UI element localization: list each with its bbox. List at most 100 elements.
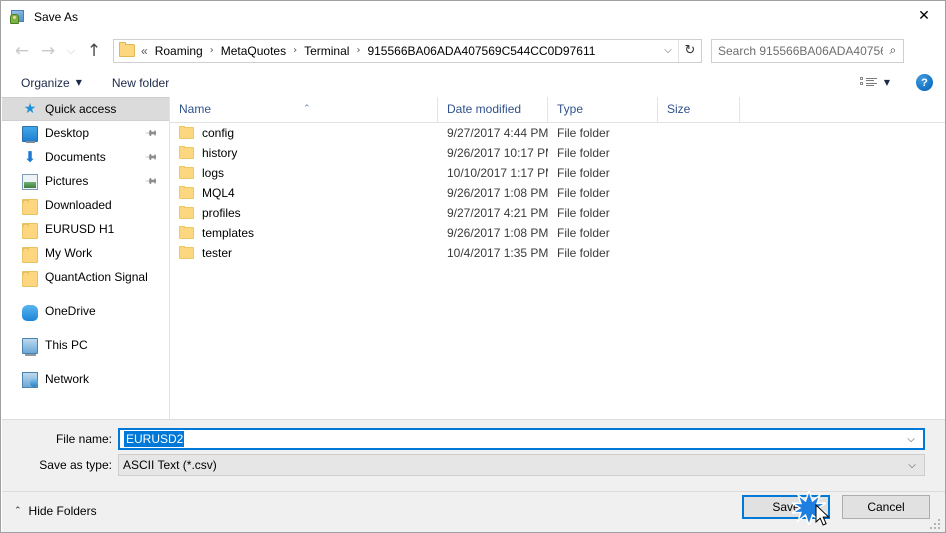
window-title: Save As [34,10,79,24]
file-type-cell: File folder [557,246,610,260]
file-date-cell: 9/27/2017 4:21 PM [447,206,548,220]
file-date-cell: 10/4/2017 1:35 PM [447,246,548,260]
sidebar-item-label: Downloaded [45,198,112,212]
search-input[interactable]: Search 915566BA06ADA40756... [718,44,883,58]
save-button[interactable]: Save [742,495,830,519]
chevron-right-icon[interactable]: › [354,45,362,56]
sidebar-item-this-pc[interactable]: This PC [2,333,169,357]
column-header-size[interactable]: Size [658,97,740,122]
file-type-cell: File folder [557,146,610,160]
chevron-down-icon[interactable]: ⌵ [903,434,919,445]
column-header-type[interactable]: Type [548,97,658,122]
chevron-up-icon: ⌃ [14,506,22,516]
sidebar-item-eurusd-h1[interactable]: EURUSD H1 [2,217,169,241]
file-name-row: File name: EURUSD2 ⌵ [2,428,925,450]
desktop-icon [22,126,38,143]
folder-icon [22,198,38,215]
recent-locations-icon[interactable]: ⌵ [61,38,81,64]
column-header-date-modified[interactable]: Date modified [438,97,548,122]
onedrive-icon [22,304,38,321]
folder-icon [22,270,38,287]
save-as-dialog: Save As ✕ ← → ⌵ ↑ « Roaming › MetaQuotes… [0,0,946,533]
pin-icon[interactable]: 🖈 [141,171,162,192]
table-row[interactable]: history 9/26/2017 10:17 PM File folder [170,143,945,163]
table-row[interactable]: tester 10/4/2017 1:35 PM File folder [170,243,945,263]
chevron-down-icon[interactable]: ⌵ [904,460,920,471]
sidebar-item-label: My Work [45,246,93,260]
cancel-button[interactable]: Cancel [842,495,930,519]
table-row[interactable]: MQL4 9/26/2017 1:08 PM File folder [170,183,945,203]
organize-button[interactable]: Organize ▼ [15,76,88,90]
file-name-input[interactable]: EURUSD2 ⌵ [118,428,925,450]
up-icon[interactable]: ↑ [81,38,107,64]
network-icon [22,372,38,388]
chevron-right-icon[interactable]: › [208,45,216,56]
sidebar-item-label: QuantAction Signal [45,270,148,284]
save-as-type-select[interactable]: ASCII Text (*.csv) ⌵ [118,454,925,476]
breadcrumb-current-folder[interactable]: 915566BA06ADA407569C544CC0D97611 [362,44,600,58]
help-icon[interactable]: ? [916,74,933,91]
chevron-right-icon[interactable]: › [291,45,299,56]
table-row[interactable]: config 9/27/2017 4:44 PM File folder [170,123,945,143]
navigation-pane: ★ Quick access Desktop 🖈 ⬇ Documents 🖈 P… [2,97,170,419]
table-row[interactable]: profiles 9/27/2017 4:21 PM File folder [170,203,945,223]
forward-icon[interactable]: → [35,38,61,64]
sidebar-item-pictures[interactable]: Pictures 🖈 [2,169,169,193]
file-date-cell: 9/26/2017 1:08 PM [447,226,548,240]
folder-icon [179,226,194,239]
resize-grip[interactable] [930,519,942,531]
pin-icon[interactable]: 🖈 [141,123,162,144]
file-type-cell: File folder [557,206,610,220]
pin-icon[interactable]: 🖈 [141,147,162,168]
sidebar-item-onedrive[interactable]: OneDrive [2,299,169,323]
sidebar-item-label: OneDrive [45,304,96,318]
file-name-cell: logs [170,166,438,180]
sidebar-item-desktop[interactable]: Desktop 🖈 [2,121,169,145]
file-date-cell: 10/10/2017 1:17 PM [447,166,548,180]
file-type-cell: File folder [557,126,610,140]
folder-icon [179,126,194,139]
table-row[interactable]: templates 9/26/2017 1:08 PM File folder [170,223,945,243]
sidebar-item-my-work[interactable]: My Work [2,241,169,265]
close-icon[interactable]: ✕ [901,1,945,31]
pictures-icon [22,174,38,190]
address-bar[interactable]: « Roaming › MetaQuotes › Terminal › 9155… [113,38,702,63]
this-pc-icon [22,338,38,356]
sidebar-item-quick-access[interactable]: ★ Quick access [2,97,169,121]
file-name-cell: config [170,126,438,140]
breadcrumb-roaming[interactable]: Roaming [150,44,208,58]
back-icon[interactable]: ← [9,38,35,64]
sidebar-item-label: Pictures [45,174,89,188]
file-name-cell: templates [170,226,438,240]
sidebar-item-downloaded[interactable]: Downloaded [2,193,169,217]
title-bar: Save As ✕ [1,1,945,33]
sidebar-item-label: Documents [45,150,106,164]
folder-icon [22,222,38,239]
table-row[interactable]: logs 10/10/2017 1:17 PM File folder [170,163,945,183]
list-view-icon [859,76,877,89]
file-name-label: File name: [55,432,112,446]
navigation-bar: ← → ⌵ ↑ « Roaming › MetaQuotes › Termina… [1,33,945,68]
breadcrumb-metaquotes[interactable]: MetaQuotes [216,44,291,58]
breadcrumb-terminal[interactable]: Terminal [299,44,354,58]
file-date-cell: 9/26/2017 1:08 PM [447,186,548,200]
column-header-name[interactable]: Name ⌃ [170,97,438,122]
folder-icon [179,166,194,179]
sidebar-item-quantaction-signal[interactable]: QuantAction Signal [2,265,169,289]
sidebar-item-documents[interactable]: ⬇ Documents 🖈 [2,145,169,169]
refresh-icon[interactable]: ↻ [678,39,701,62]
view-options-button[interactable]: ▼ [854,76,896,89]
hide-folders-button[interactable]: ⌃ Hide Folders [14,504,97,518]
search-box[interactable]: Search 915566BA06ADA40756... ⌕ [711,38,904,63]
file-list[interactable]: Name ⌃ Date modified Type Size config 9/… [170,97,945,419]
sidebar-item-label: Network [45,372,90,386]
sidebar-item-label: Desktop [45,126,90,140]
hide-folders-label: Hide Folders [28,504,97,518]
breadcrumb-overflow[interactable]: « [135,44,150,58]
star-icon: ★ [23,101,37,117]
sidebar-item-network[interactable]: Network [2,367,169,391]
new-folder-button[interactable]: New folder [106,76,175,90]
chevron-down-icon[interactable]: ⌵ [658,40,678,62]
